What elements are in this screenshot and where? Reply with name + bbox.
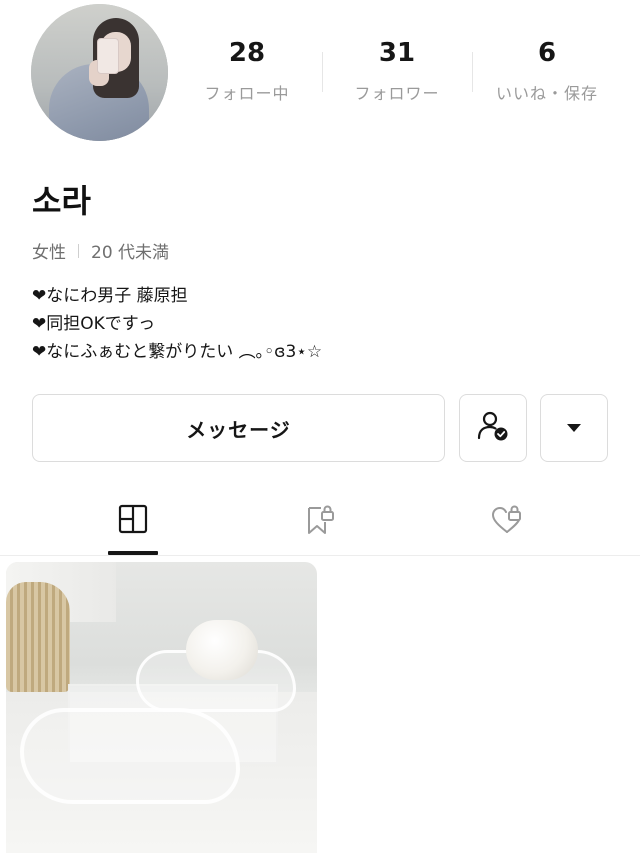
caret-down-icon <box>565 419 583 438</box>
likes-saves-count: 6 <box>537 38 557 68</box>
profile-meta: 女性 20 代未満 <box>32 238 169 263</box>
bio-line: ❤なにわ男子 藤原担 <box>32 286 188 306</box>
profile-stats: 28 フォロー中 31 フォロワー 6 いいね・保存 <box>172 36 640 112</box>
profile-age: 20 代未満 <box>91 243 170 263</box>
profile-bio: ❤なにわ男子 藤原担 ❤同担OKですっ ❤なにふぁむと繋がりたい ︵｡◦ɞ3⋆☆ <box>32 282 322 366</box>
stat-following[interactable]: 28 フォロー中 <box>172 36 322 112</box>
stat-likes-saves[interactable]: 6 いいね・保存 <box>472 36 622 112</box>
bio-line: ❤なにふぁむと繋がりたい ︵｡◦ɞ3⋆☆ <box>32 342 323 362</box>
profile-gender: 女性 <box>32 243 66 263</box>
followers-count: 31 <box>378 38 416 68</box>
followers-label: フォロワー <box>354 84 440 103</box>
follow-status-button[interactable] <box>459 394 527 462</box>
message-button-label: メッセージ <box>186 417 291 442</box>
grid-icon <box>118 504 148 538</box>
tab-saved[interactable] <box>260 490 380 556</box>
bookmark-lock-icon <box>304 504 336 540</box>
post-thumbnail[interactable] <box>6 562 317 853</box>
avatar-phone <box>97 38 119 74</box>
profile-username: 소라 <box>32 182 91 220</box>
person-check-icon <box>476 409 510 447</box>
heart-lock-icon <box>490 504 524 540</box>
likes-saves-label: いいね・保存 <box>495 84 598 103</box>
stat-divider <box>322 52 323 92</box>
post-image-tray <box>20 708 240 804</box>
message-button[interactable]: メッセージ <box>32 394 445 462</box>
active-tab-indicator <box>108 551 158 555</box>
following-label: フォロー中 <box>204 84 290 103</box>
tab-liked[interactable] <box>447 490 567 556</box>
post-image-candle <box>186 620 258 680</box>
avatar[interactable] <box>31 4 168 141</box>
tab-posts[interactable] <box>73 490 193 556</box>
bio-line: ❤同担OKですっ <box>32 314 156 334</box>
stat-followers[interactable]: 31 フォロワー <box>322 36 472 112</box>
post-image-basket <box>6 582 70 692</box>
more-options-button[interactable] <box>540 394 608 462</box>
profile-tabs <box>0 490 640 556</box>
following-count: 28 <box>228 38 266 68</box>
stat-divider <box>472 52 473 92</box>
meta-divider <box>78 243 79 258</box>
